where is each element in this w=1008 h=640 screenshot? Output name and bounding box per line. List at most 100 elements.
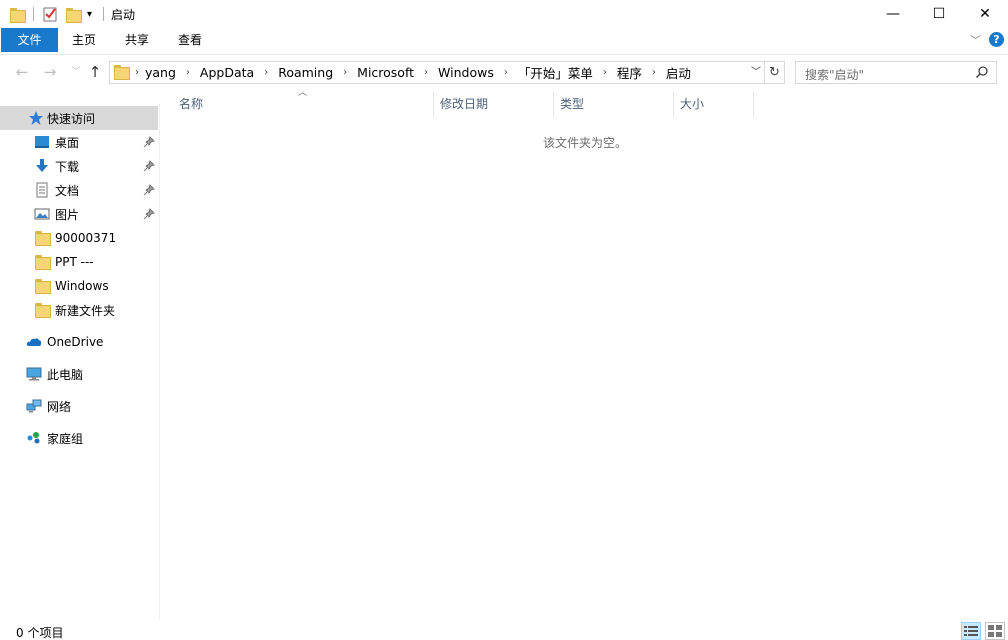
nav-label: 此电脑 <box>47 367 84 382</box>
customize-quick-access-icon[interactable]: ▾ <box>87 5 92 23</box>
divider <box>0 54 1008 55</box>
chevron-right-icon[interactable]: › <box>186 67 190 78</box>
divider <box>103 7 104 21</box>
chevron-right-icon[interactable]: › <box>264 67 268 78</box>
expand-ribbon-icon[interactable]: ﹀ <box>970 32 981 48</box>
network-icon <box>26 399 42 413</box>
chevron-right-icon: › <box>135 67 139 78</box>
maximize-button[interactable]: ☐ <box>916 0 962 28</box>
nav-label: 90000371 <box>55 231 117 245</box>
item-count: 0 个项目 <box>16 626 64 640</box>
recent-locations-button[interactable]: ﹀ <box>66 61 86 83</box>
desktop-icon <box>35 136 49 148</box>
homegroup-icon <box>27 432 40 444</box>
address-bar[interactable]: › yang › AppData › Roaming › Microsoft ›… <box>109 61 765 84</box>
nav-downloads[interactable]: 下载 <box>0 154 158 178</box>
cloud-icon <box>26 338 42 346</box>
folder-icon <box>35 255 51 271</box>
breadcrumb-yang[interactable]: yang <box>145 65 176 80</box>
folder-icon <box>10 5 26 23</box>
large-icons-view-icon <box>988 625 1002 637</box>
breadcrumb-windows[interactable]: Windows <box>438 65 494 80</box>
large-icons-view-button[interactable] <box>985 622 1005 640</box>
computer-icon <box>26 367 42 381</box>
nav-folder-ppt[interactable]: PPT --- <box>0 250 158 274</box>
nav-pictures[interactable]: 图片 <box>0 202 158 226</box>
column-header-size[interactable]: 大小 <box>674 92 753 118</box>
breadcrumb-start-menu[interactable]: 「开始」菜单 <box>518 63 593 82</box>
folder-icon <box>35 231 51 247</box>
nav-label: 快速访问 <box>47 111 96 126</box>
forward-button[interactable]: → <box>40 61 60 83</box>
minimize-button[interactable]: — <box>870 0 916 28</box>
breadcrumb-roaming[interactable]: Roaming <box>278 65 333 80</box>
pin-icon[interactable] <box>143 184 155 196</box>
breadcrumb-programs[interactable]: 程序 <box>617 63 642 82</box>
empty-folder-message: 该文件夹为空。 <box>543 136 628 150</box>
column-divider[interactable] <box>753 92 754 118</box>
folder-icon <box>35 279 51 295</box>
document-icon <box>36 182 48 198</box>
pin-icon[interactable] <box>143 208 155 220</box>
divider <box>33 7 34 21</box>
ribbon-tabs: 文件 主页 共享 查看 ﹀ ? <box>0 28 1008 54</box>
window-title: 启动 <box>111 8 136 22</box>
nav-label: 图片 <box>55 207 80 222</box>
nav-label: OneDrive <box>47 335 104 349</box>
properties-icon[interactable] <box>43 5 58 23</box>
search-icon[interactable] <box>975 65 989 79</box>
tab-view[interactable]: 查看 <box>168 28 212 52</box>
pin-icon[interactable] <box>143 160 155 172</box>
nav-label: 网络 <box>47 399 72 414</box>
nav-label: 文档 <box>55 183 80 198</box>
nav-label: PPT --- <box>55 255 94 269</box>
pin-icon[interactable] <box>143 136 155 148</box>
nav-this-pc[interactable]: 此电脑 <box>0 362 158 386</box>
refresh-button[interactable]: ↻ <box>765 61 785 84</box>
nav-homegroup[interactable]: 家庭组 <box>0 426 158 450</box>
nav-label: 下载 <box>55 159 80 174</box>
details-view-button[interactable] <box>961 622 981 640</box>
chevron-right-icon[interactable]: › <box>603 67 607 78</box>
chevron-right-icon[interactable]: › <box>504 67 508 78</box>
nav-quick-access[interactable]: 快速访问 <box>0 106 158 130</box>
tab-home[interactable]: 主页 <box>62 28 106 52</box>
column-header-type[interactable]: 类型 <box>554 92 673 118</box>
nav-label: 新建文件夹 <box>55 303 116 318</box>
nav-desktop[interactable]: 桌面 <box>0 130 158 154</box>
nav-documents[interactable]: 文档 <box>0 178 158 202</box>
close-button[interactable]: ✕ <box>962 0 1008 28</box>
download-icon <box>36 159 48 172</box>
title-bar: ▾ 启动 — ☐ ✕ <box>0 0 1008 28</box>
status-bar: 0 个项目 <box>0 620 1008 640</box>
folder-icon <box>35 303 51 319</box>
nav-folder-new[interactable]: 新建文件夹 <box>0 298 158 322</box>
address-dropdown-icon[interactable]: ﹀ <box>748 63 764 82</box>
column-header-date-modified[interactable]: 修改日期 <box>434 92 553 118</box>
new-folder-icon[interactable] <box>66 5 82 23</box>
tab-share[interactable]: 共享 <box>115 28 159 52</box>
nav-folder-windows[interactable]: Windows <box>0 274 158 298</box>
help-icon[interactable]: ? <box>989 32 1004 47</box>
folder-icon <box>114 65 130 80</box>
search-box[interactable]: 搜索"启动" <box>795 61 997 84</box>
details-view-icon <box>964 626 978 636</box>
chevron-right-icon[interactable]: › <box>424 67 428 78</box>
up-button[interactable]: ↑ <box>85 61 105 83</box>
breadcrumb-startup[interactable]: 启动 <box>666 63 691 82</box>
nav-onedrive[interactable]: OneDrive <box>0 330 158 354</box>
star-icon <box>29 111 43 125</box>
chevron-right-icon[interactable]: › <box>343 67 347 78</box>
breadcrumb-appdata[interactable]: AppData <box>200 65 254 80</box>
tab-file[interactable]: 文件 <box>1 28 58 52</box>
navigation-pane: 快速访问 桌面 下载 文档 图片 90000371 PPT --- Window… <box>0 104 160 620</box>
back-button[interactable]: ← <box>12 61 32 83</box>
nav-network[interactable]: 网络 <box>0 394 158 418</box>
chevron-right-icon[interactable]: › <box>652 67 656 78</box>
nav-folder-90000371[interactable]: 90000371 <box>0 226 158 250</box>
search-placeholder: 搜索"启动" <box>805 68 865 82</box>
breadcrumb-microsoft[interactable]: Microsoft <box>357 65 414 80</box>
column-header-name[interactable]: 名称 <box>173 92 433 118</box>
pictures-icon <box>34 208 50 220</box>
nav-label: Windows <box>55 279 109 293</box>
